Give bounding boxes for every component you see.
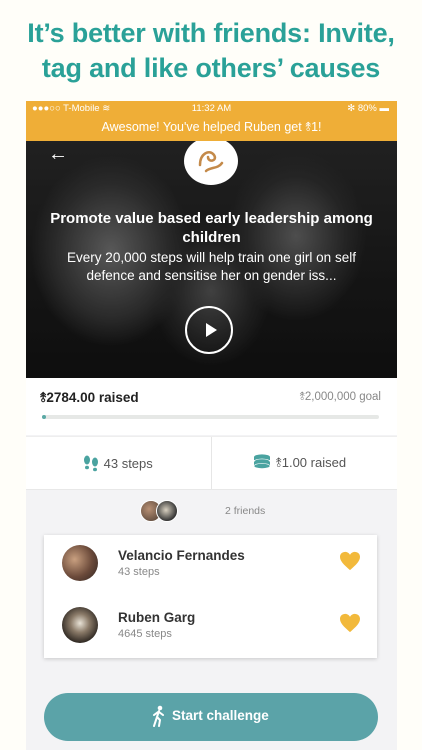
friends-summary[interactable]: 2 friends: [26, 499, 397, 527]
notification-banner[interactable]: Awesome! You've helped Ruben get ⥉1!: [26, 117, 397, 141]
fundraising-summary: ⥉2784.00 raised ⥉2,000,000 goal: [26, 378, 397, 435]
footsteps-icon: [84, 455, 98, 472]
clock: 11:32 AM: [191, 103, 232, 114]
start-challenge-label: Start challenge: [172, 708, 269, 723]
friend-steps: 4645 steps: [118, 628, 172, 640]
friends-count: 2 friends: [225, 505, 266, 517]
start-challenge-button[interactable]: Start challenge: [44, 693, 378, 741]
amount-raised: ⥉2784.00 raised: [40, 390, 139, 405]
stats-row: 43 steps ⥉1.00 raised: [26, 436, 397, 490]
progress-fill: [42, 415, 46, 419]
raised-stat: ⥉1.00 raised: [252, 454, 346, 471]
walking-person-icon: [153, 705, 164, 727]
headline-line-1: It’s better with friends: Invite,: [27, 18, 395, 48]
battery-label: ✻ 80% ▬: [347, 103, 389, 114]
steps-value: 43 steps: [103, 456, 153, 471]
back-arrow-icon[interactable]: ←: [48, 143, 68, 166]
friend-name: Velancio Fernandes: [118, 548, 245, 563]
status-bar: ●●●○○ T-Mobile ≋ 11:32 AM ✻ 80% ▬: [26, 101, 397, 117]
coins-icon: [253, 454, 271, 469]
phone-screen: ●●●○○ T-Mobile ≋ 11:32 AM ✻ 80% ▬ Awesom…: [26, 101, 397, 750]
friends-list: Velancio Fernandes 43 steps Ruben Garg 4…: [44, 535, 377, 658]
list-item[interactable]: Velancio Fernandes 43 steps: [44, 535, 377, 595]
cause-hero: ← Promote value based early leadership a…: [26, 141, 397, 378]
list-item[interactable]: Ruben Garg 4645 steps: [44, 597, 377, 657]
avatar: [62, 545, 98, 581]
promo-headline: It’s better with friends: Invite, tag an…: [0, 16, 422, 86]
cause-title: Promote value based early leadership amo…: [50, 210, 373, 246]
friend-name: Ruben Garg: [118, 610, 196, 625]
play-icon[interactable]: [185, 306, 233, 354]
progress-bar: [42, 415, 379, 419]
headline-line-2: tag and like others’ causes: [41, 53, 381, 83]
stats-divider: [211, 437, 212, 489]
heart-icon[interactable]: [339, 551, 361, 571]
fundraising-goal: ⥉2,000,000 goal: [299, 391, 381, 403]
steps-stat: 43 steps: [82, 454, 153, 472]
avatar: [62, 607, 98, 643]
heart-icon[interactable]: [339, 613, 361, 633]
friend-avatar-2: [156, 500, 178, 522]
cause-description: Every 20,000 steps will help train one g…: [67, 250, 356, 283]
raised-value: ⥉1.00 raised: [275, 455, 347, 470]
friend-steps: 43 steps: [118, 566, 160, 578]
